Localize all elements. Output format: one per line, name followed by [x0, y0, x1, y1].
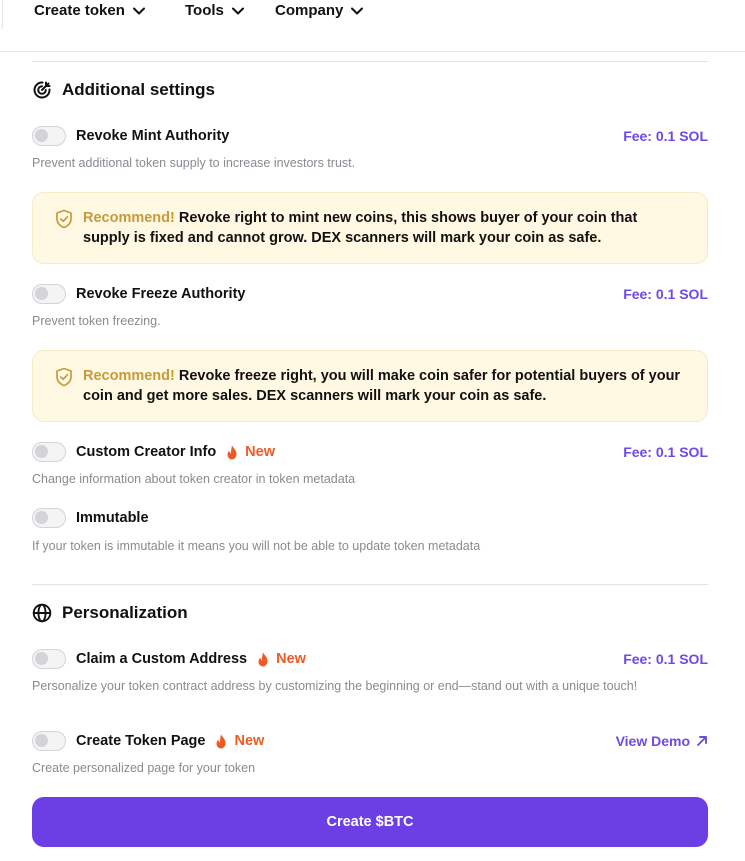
shield-check-icon — [55, 209, 73, 234]
personalization-heading: Personalization — [32, 603, 188, 623]
arrow-up-right-icon — [697, 736, 707, 746]
toggle-knob — [35, 511, 48, 524]
immutable-label: Immutable — [76, 510, 149, 526]
new-badge: New — [215, 733, 264, 749]
token-page-description: Create personalized page for your token — [32, 761, 256, 775]
setting-custom-creator-info: Custom Creator Info New Fee: 0.1 SOL — [32, 440, 708, 464]
recommend-freeze-box: Recommend! Revoke freeze right, you will… — [32, 350, 708, 422]
additional-settings-title: Additional settings — [62, 80, 215, 99]
nav-create-token-label: Create token — [34, 2, 125, 19]
new-badge: New — [226, 444, 275, 460]
section-divider-top — [32, 61, 708, 62]
chevron-down-icon — [351, 7, 364, 14]
custom-creator-toggle[interactable] — [32, 442, 66, 462]
chevron-down-icon — [132, 7, 145, 14]
claim-address-fee: Fee: 0.1 SOL — [623, 651, 708, 667]
revoke-mint-label: Revoke Mint Authority — [76, 128, 230, 144]
nav-tools[interactable]: Tools — [185, 2, 244, 19]
revoke-mint-toggle[interactable] — [32, 126, 66, 146]
setting-create-token-page: Create Token Page New View Demo — [32, 729, 708, 753]
target-arrow-icon — [32, 80, 52, 100]
nav-left-edge — [0, 0, 3, 30]
claim-address-toggle[interactable] — [32, 649, 66, 669]
new-badge: New — [257, 651, 306, 667]
recommend-label: Recommend! — [83, 368, 175, 384]
revoke-freeze-toggle[interactable] — [32, 284, 66, 304]
view-demo-label: View Demo — [615, 733, 690, 749]
nav-company[interactable]: Company — [275, 2, 364, 19]
recommend-label: Recommend! — [83, 210, 175, 226]
claim-address-description: Personalize your token contract address … — [32, 679, 638, 693]
nav-create-token[interactable]: Create token — [34, 2, 145, 19]
view-demo-link[interactable]: View Demo — [616, 733, 708, 749]
shield-check-icon — [55, 367, 73, 392]
token-page-label: Create Token Page — [76, 733, 206, 749]
custom-creator-label: Custom Creator Info — [76, 444, 217, 460]
toggle-knob — [35, 652, 48, 665]
toggle-knob — [35, 129, 48, 142]
new-badge-label: New — [276, 651, 306, 667]
toggle-knob — [35, 287, 48, 300]
nav-tools-label: Tools — [185, 2, 224, 19]
new-badge-label: New — [234, 733, 265, 749]
custom-creator-fee: Fee: 0.1 SOL — [623, 444, 708, 460]
setting-immutable: Immutable — [32, 506, 708, 530]
setting-revoke-freeze: Revoke Freeze Authority Fee: 0.1 SOL — [32, 282, 708, 306]
nav-company-label: Company — [275, 2, 344, 19]
revoke-freeze-label: Revoke Freeze Authority — [76, 286, 246, 302]
revoke-freeze-description: Prevent token freezing. — [32, 314, 161, 328]
personalization-title: Personalization — [62, 603, 188, 622]
revoke-mint-fee: Fee: 0.1 SOL — [623, 128, 708, 144]
setting-claim-custom-address: Claim a Custom Address New Fee: 0.1 SOL — [32, 647, 708, 671]
recommend-mint-box: Recommend! Revoke right to mint new coin… — [32, 192, 708, 264]
immutable-toggle[interactable] — [32, 508, 66, 528]
fire-icon — [227, 445, 237, 459]
setting-revoke-mint: Revoke Mint Authority Fee: 0.1 SOL — [32, 124, 708, 148]
toggle-knob — [35, 445, 48, 458]
token-page-toggle[interactable] — [32, 731, 66, 751]
section-divider-personalization — [32, 584, 708, 585]
custom-creator-description: Change information about token creator i… — [32, 472, 356, 486]
fire-icon — [216, 734, 226, 748]
new-badge-label: New — [245, 444, 275, 460]
additional-settings-heading: Additional settings — [32, 80, 215, 100]
fire-icon — [258, 652, 268, 666]
claim-address-label: Claim a Custom Address — [76, 651, 248, 667]
recommend-freeze-text: Recommend! Revoke freeze right, you will… — [83, 366, 688, 406]
recommend-mint-text: Recommend! Revoke right to mint new coin… — [83, 208, 688, 248]
immutable-description: If your token is immutable it means you … — [32, 539, 481, 553]
toggle-knob — [35, 734, 48, 747]
create-token-button[interactable]: Create $BTC — [32, 797, 708, 847]
revoke-mint-description: Prevent additional token supply to incre… — [32, 156, 356, 170]
top-nav-bar: Create token Tools Company — [0, 0, 745, 52]
revoke-freeze-fee: Fee: 0.1 SOL — [623, 286, 708, 302]
globe-icon — [32, 603, 52, 623]
chevron-down-icon — [231, 7, 244, 14]
